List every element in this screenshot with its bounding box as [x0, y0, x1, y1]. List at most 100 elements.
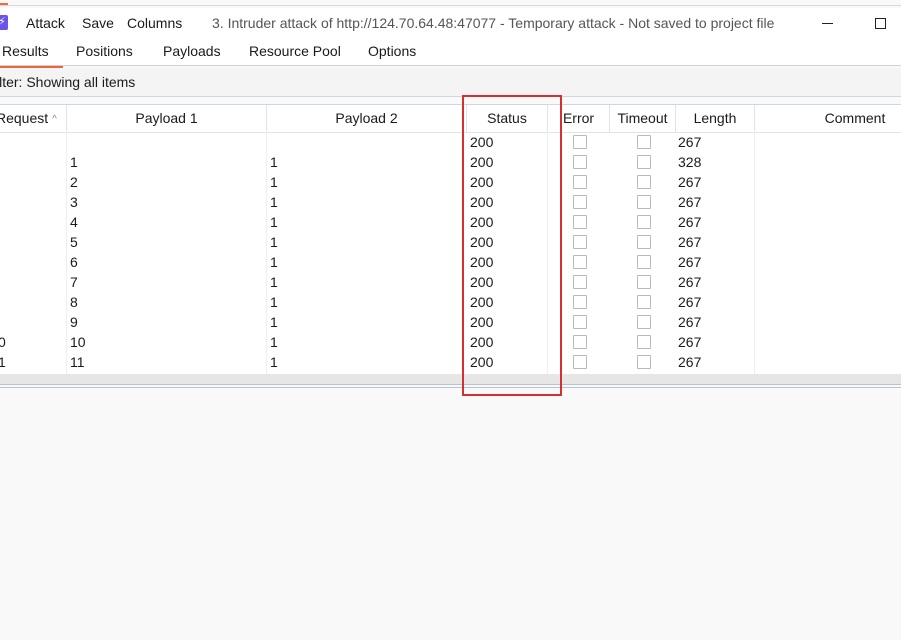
table-row[interactable]: 5 1 200 267	[0, 232, 901, 252]
cell-length: 267	[678, 234, 702, 250]
timeout-checkbox[interactable]	[637, 215, 651, 229]
cell-length: 267	[678, 214, 702, 230]
timeout-checkbox[interactable]	[637, 355, 651, 369]
timeout-checkbox[interactable]	[637, 155, 651, 169]
cell-length: 267	[678, 194, 702, 210]
timeout-checkbox[interactable]	[637, 315, 651, 329]
splitter-line	[0, 384, 901, 385]
table-row[interactable]: 0 10 1 200 267	[0, 332, 901, 352]
column-header-payload-1[interactable]: Payload 1	[67, 105, 267, 132]
minimize-icon[interactable]	[816, 11, 840, 35]
cell-length: 267	[678, 134, 702, 150]
cell-payload-1: 5	[70, 234, 78, 250]
timeout-checkbox[interactable]	[637, 135, 651, 149]
tab-payloads[interactable]: Payloads	[163, 43, 221, 65]
top-accent-line	[0, 5, 901, 6]
menubar: ⚡ Attack Save Columns 3. Intruder attack…	[0, 8, 901, 38]
cell-status: 200	[470, 294, 494, 310]
cell-length: 267	[678, 334, 702, 350]
cell-payload-2: 1	[270, 214, 278, 230]
tab-options[interactable]: Options	[368, 43, 416, 65]
cell-payload-1: 7	[70, 274, 78, 290]
table-row[interactable]: 6 1 200 267	[0, 252, 901, 272]
cell-payload-1: 10	[70, 334, 86, 350]
table-row[interactable]: 7 1 200 267	[0, 272, 901, 292]
error-checkbox[interactable]	[573, 215, 587, 229]
filter-text[interactable]: ilter: Showing all items	[0, 74, 135, 90]
timeout-checkbox[interactable]	[637, 275, 651, 289]
menu-attack[interactable]: Attack	[26, 15, 65, 31]
cell-payload-1: 2	[70, 174, 78, 190]
cell-payload-2: 1	[270, 294, 278, 310]
timeout-checkbox[interactable]	[637, 175, 651, 189]
cell-status: 200	[470, 214, 494, 230]
cell-payload-2: 1	[270, 154, 278, 170]
table-row[interactable]: 9 1 200 267	[0, 312, 901, 332]
cell-status: 200	[470, 194, 494, 210]
timeout-checkbox[interactable]	[637, 195, 651, 209]
timeout-checkbox[interactable]	[637, 295, 651, 309]
horizontal-scrollbar[interactable]	[0, 374, 901, 384]
table-row[interactable]: 8 1 200 267	[0, 292, 901, 312]
cell-payload-2: 1	[270, 254, 278, 270]
error-checkbox[interactable]	[573, 255, 587, 269]
cell-payload-2: 1	[270, 314, 278, 330]
cell-request: 0	[0, 334, 6, 350]
cell-payload-1: 9	[70, 314, 78, 330]
splitter-handle[interactable]	[0, 387, 901, 388]
cell-length: 267	[678, 254, 702, 270]
error-checkbox[interactable]	[573, 155, 587, 169]
maximize-icon[interactable]	[868, 11, 892, 35]
tabbar-divider	[0, 65, 901, 66]
column-header-error[interactable]: Error	[548, 105, 610, 132]
error-checkbox[interactable]	[573, 355, 587, 369]
cell-status: 200	[470, 234, 494, 250]
table-header: Request ^ Payload 1 Payload 2 Status Erro…	[0, 104, 901, 133]
column-header-request[interactable]: Request ^	[0, 105, 67, 132]
column-header-timeout[interactable]: Timeout	[610, 105, 676, 132]
column-header-payload-2[interactable]: Payload 2	[267, 105, 467, 132]
cell-status: 200	[470, 274, 494, 290]
top-accent	[0, 0, 901, 6]
tab-positions[interactable]: Positions	[76, 43, 133, 65]
cell-payload-1: 6	[70, 254, 78, 270]
error-checkbox[interactable]	[573, 275, 587, 289]
tab-results[interactable]: Results	[0, 43, 63, 68]
tabbar: Results Positions Payloads Resource Pool…	[0, 38, 901, 68]
column-header-comment[interactable]: Comment	[755, 105, 901, 132]
table-row[interactable]: 200 267	[0, 132, 901, 152]
cell-payload-2: 1	[270, 274, 278, 290]
cell-length: 267	[678, 354, 702, 370]
error-checkbox[interactable]	[573, 135, 587, 149]
menu-columns[interactable]: Columns	[127, 15, 182, 31]
cell-payload-2: 1	[270, 334, 278, 350]
column-header-length[interactable]: Length	[676, 105, 755, 132]
cell-status: 200	[470, 334, 494, 350]
column-header-status[interactable]: Status	[467, 105, 548, 132]
column-header-request-label: Request	[0, 110, 49, 126]
error-checkbox[interactable]	[573, 295, 587, 309]
table-row[interactable]: 1 11 1 200 267	[0, 352, 901, 372]
menu-save[interactable]: Save	[82, 15, 114, 31]
error-checkbox[interactable]	[573, 195, 587, 209]
error-checkbox[interactable]	[573, 175, 587, 189]
timeout-checkbox[interactable]	[637, 335, 651, 349]
error-checkbox[interactable]	[573, 315, 587, 329]
cell-status: 200	[470, 174, 494, 190]
timeout-checkbox[interactable]	[637, 255, 651, 269]
error-checkbox[interactable]	[573, 235, 587, 249]
tab-resource-pool[interactable]: Resource Pool	[249, 43, 341, 65]
cell-status: 200	[470, 254, 494, 270]
cell-length: 267	[678, 174, 702, 190]
table-row[interactable]: 2 1 200 267	[0, 172, 901, 192]
filter-bar[interactable]: ilter: Showing all items	[0, 68, 901, 97]
table-row[interactable]: 3 1 200 267	[0, 192, 901, 212]
cell-payload-1: 11	[70, 354, 85, 370]
table-row[interactable]: 1 1 200 328	[0, 152, 901, 172]
timeout-checkbox[interactable]	[637, 235, 651, 249]
results-table: Request ^ Payload 1 Payload 2 Status Erro…	[0, 104, 901, 376]
table-row[interactable]: 4 1 200 267	[0, 212, 901, 232]
error-checkbox[interactable]	[573, 335, 587, 349]
cell-length: 328	[678, 154, 702, 170]
cell-status: 200	[470, 134, 494, 150]
